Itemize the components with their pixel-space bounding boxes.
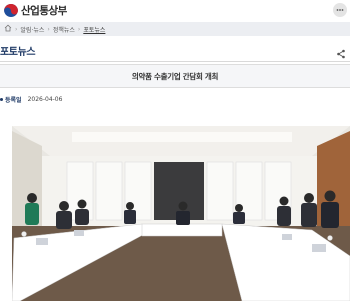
site-title[interactable]: 산업통상부 <box>21 3 67 18</box>
breadcrumb: › 알림·뉴스 › 정책뉴스 › 포토뉴스 <box>0 22 350 36</box>
article-title: 의약품 수출기업 간담회 개최 <box>131 71 219 81</box>
article-photo <box>12 126 350 301</box>
chevron-right-icon: › <box>77 25 81 33</box>
bullet-icon <box>0 98 3 101</box>
breadcrumb-item-photo-news[interactable]: 포토뉴스 <box>83 25 105 34</box>
date-row: 등록일 2026-04-06 <box>0 95 62 104</box>
home-icon[interactable] <box>4 24 12 34</box>
chevron-right-icon: › <box>47 25 50 33</box>
chevron-right-icon: › <box>15 25 18 33</box>
article-title-box: 의약품 수출기업 간담회 개최 <box>0 64 350 88</box>
breadcrumb-item-news[interactable]: 알림·뉴스 <box>20 25 44 34</box>
date-value: 2026-04-06 <box>27 96 63 103</box>
share-icon[interactable] <box>336 44 346 59</box>
divider <box>0 61 350 62</box>
date-label: 등록일 <box>5 97 22 104</box>
more-icon[interactable] <box>333 3 347 17</box>
breadcrumb-item-policy-news[interactable]: 정책뉴스 <box>53 25 75 34</box>
taegeuk-logo-icon[interactable] <box>4 3 18 17</box>
page-title: 포토뉴스 <box>0 47 36 58</box>
top-header: 산업통상부 <box>0 0 350 20</box>
